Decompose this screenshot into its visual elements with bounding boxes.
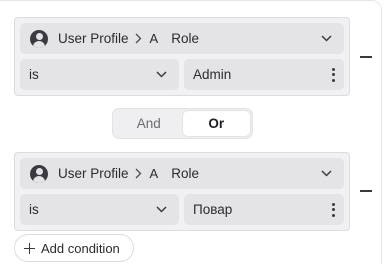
condition-group-1: User Profile A Role is Admin xyxy=(14,17,350,96)
chevron-down-icon xyxy=(156,206,167,213)
add-condition-button[interactable]: Add condition xyxy=(14,234,134,262)
combinator-and-option[interactable]: And xyxy=(115,111,183,136)
chevron-right-icon xyxy=(135,33,142,44)
value-text: Повар xyxy=(193,202,233,217)
value-field[interactable]: Повар xyxy=(184,194,344,225)
condition-group-2: User Profile A Role is Повар xyxy=(14,152,350,231)
chevron-down-icon xyxy=(156,71,167,78)
operator-value: is xyxy=(29,67,39,82)
remove-condition-button[interactable] xyxy=(360,56,372,58)
attribute-path-select[interactable]: User Profile A Role xyxy=(20,23,344,54)
chevron-right-icon xyxy=(135,168,142,179)
kebab-menu-icon[interactable] xyxy=(330,67,336,82)
add-condition-label: Add condition xyxy=(41,240,120,256)
path-entity: User Profile xyxy=(58,31,129,46)
path-attribute: Role xyxy=(171,166,199,181)
user-circle-icon xyxy=(30,29,48,48)
combinator-or-option[interactable]: Or xyxy=(182,111,250,136)
plus-icon xyxy=(24,242,35,254)
kebab-menu-icon[interactable] xyxy=(330,202,336,217)
user-circle-icon xyxy=(30,164,48,183)
operator-select[interactable]: is xyxy=(20,59,179,90)
path-entity: User Profile xyxy=(58,166,129,181)
combinator-toggle: And Or xyxy=(112,108,253,139)
operator-value: is xyxy=(29,202,39,217)
value-text: Admin xyxy=(193,67,232,82)
remove-condition-button[interactable] xyxy=(360,190,372,192)
text-type-icon: A xyxy=(149,31,159,46)
chevron-down-icon xyxy=(321,35,332,42)
chevron-down-icon xyxy=(321,170,332,177)
text-type-icon: A xyxy=(149,166,159,181)
value-field[interactable]: Admin xyxy=(184,59,344,90)
path-attribute: Role xyxy=(171,31,199,46)
attribute-path-select[interactable]: User Profile A Role xyxy=(20,158,344,189)
operator-select[interactable]: is xyxy=(20,194,179,225)
